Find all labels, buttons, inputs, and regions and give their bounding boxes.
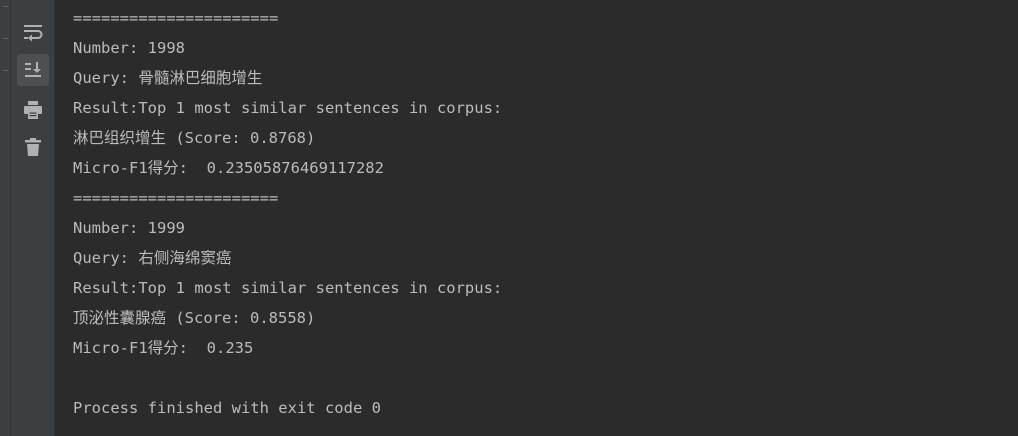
console-output[interactable]: ====================== Number: 1998 Quer… xyxy=(55,0,1018,436)
gutter-tick xyxy=(3,6,8,7)
gutter-tick xyxy=(3,38,8,39)
scroll-to-end-icon xyxy=(25,62,41,77)
scroll-to-end-button[interactable] xyxy=(17,54,49,86)
number-line: Number: 1998 xyxy=(73,39,185,57)
soft-wrap-icon xyxy=(24,25,43,42)
query-line: Query: 右侧海绵窦癌 xyxy=(73,249,232,267)
query-line: Query: 骨髓淋巴细胞增生 xyxy=(73,69,263,87)
separator-line: ====================== xyxy=(73,9,279,27)
run-tool-window: ====================== Number: 1998 Quer… xyxy=(0,0,1018,436)
separator-line: ====================== xyxy=(73,189,279,207)
result-header-line: Result:Top 1 most similar sentences in c… xyxy=(73,99,503,117)
trash-icon xyxy=(25,138,41,156)
soft-wrap-button[interactable] xyxy=(17,17,49,49)
result-line: 淋巴组织增生 (Score: 0.8768) xyxy=(73,129,316,147)
print-button[interactable] xyxy=(17,94,49,126)
gutter-tick xyxy=(3,70,8,71)
result-header-line: Result:Top 1 most similar sentences in c… xyxy=(73,279,503,297)
print-icon xyxy=(24,101,42,119)
micro-f1-line: Micro-F1得分: 0.235 xyxy=(73,339,254,357)
micro-f1-line: Micro-F1得分: 0.23505876469117282 xyxy=(73,159,384,177)
console-toolbar xyxy=(11,0,55,436)
clear-all-button[interactable] xyxy=(17,131,49,163)
left-gutter-strip xyxy=(0,0,11,436)
result-line: 顶泌性囊腺癌 (Score: 0.8558) xyxy=(73,309,316,327)
exit-status-line: Process finished with exit code 0 xyxy=(73,399,381,417)
number-line: Number: 1999 xyxy=(73,219,185,237)
